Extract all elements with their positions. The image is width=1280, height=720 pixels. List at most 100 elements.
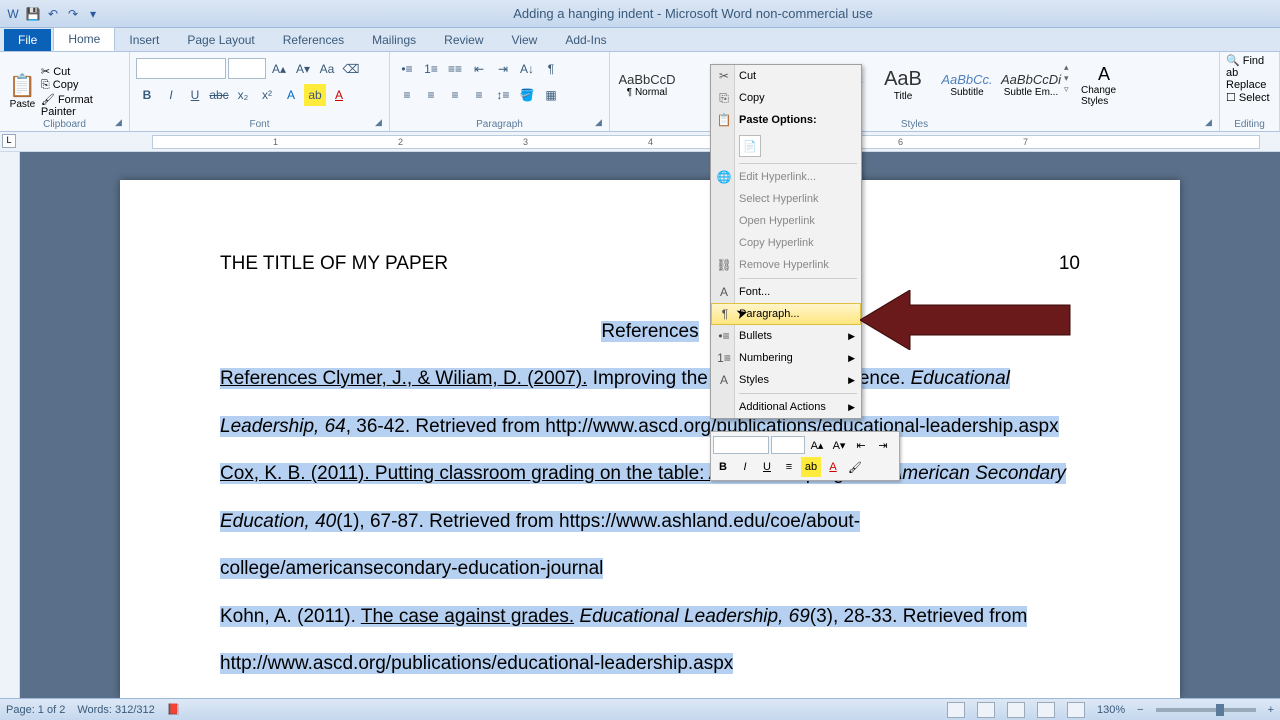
align-center-button[interactable]: ≡ xyxy=(420,84,442,106)
shrink-font-icon[interactable]: A▾ xyxy=(292,58,314,80)
status-page[interactable]: Page: 1 of 2 xyxy=(6,704,65,716)
format-painter-button[interactable]: 🖌 Format Painter xyxy=(41,93,123,118)
paragraph-launcher[interactable]: ◢ xyxy=(595,117,607,129)
cm-open-hyperlink[interactable]: Open Hyperlink xyxy=(711,210,861,232)
mini-highlight[interactable]: ab xyxy=(801,457,821,477)
superscript-button[interactable]: x² xyxy=(256,84,278,106)
tab-page-layout[interactable]: Page Layout xyxy=(173,29,268,51)
decrease-indent-button[interactable]: ⇤ xyxy=(468,58,490,80)
multilevel-button[interactable]: ≡≡ xyxy=(444,58,466,80)
mini-size-combo[interactable] xyxy=(771,436,805,454)
tab-mailings[interactable]: Mailings xyxy=(358,29,430,51)
bullets-button[interactable]: •≡ xyxy=(396,58,418,80)
save-icon[interactable]: 💾 xyxy=(24,5,42,23)
mini-italic[interactable]: I xyxy=(735,457,755,477)
cm-bullets[interactable]: •≡Bullets▶ xyxy=(711,325,861,347)
tab-file[interactable]: File xyxy=(4,29,51,51)
align-right-button[interactable]: ≡ xyxy=(444,84,466,106)
tab-references[interactable]: References xyxy=(269,29,358,51)
tab-view[interactable]: View xyxy=(498,29,552,51)
strike-button[interactable]: abc xyxy=(208,84,230,106)
tab-selector[interactable]: L xyxy=(2,134,16,148)
tab-home[interactable]: Home xyxy=(53,27,115,51)
italic-button[interactable]: I xyxy=(160,84,182,106)
qat-dropdown-icon[interactable]: ▾ xyxy=(84,5,102,23)
paste-button[interactable]: 📋 Paste xyxy=(6,62,39,122)
styles-gallery-more[interactable]: ▴▾▿ xyxy=(1064,56,1078,95)
undo-icon[interactable]: ↶ xyxy=(44,5,62,23)
copy-button[interactable]: ⎘ Copy xyxy=(41,79,123,92)
numbering-button[interactable]: 1≡ xyxy=(420,58,442,80)
view-full-screen[interactable] xyxy=(977,702,995,718)
change-styles-button[interactable]: AChange Styles xyxy=(1080,56,1128,114)
style-subtle-em[interactable]: AaBbCcDiSubtle Em... xyxy=(1000,56,1062,114)
align-left-button[interactable]: ≡ xyxy=(396,84,418,106)
style-title[interactable]: AaBTitle xyxy=(872,56,934,114)
font-color-button[interactable]: A xyxy=(328,84,350,106)
mini-font-combo[interactable] xyxy=(713,436,769,454)
style-normal[interactable]: AaBbCcD¶ Normal xyxy=(616,56,678,114)
view-web[interactable] xyxy=(1007,702,1025,718)
text-effects-icon[interactable]: A xyxy=(280,84,302,106)
cm-select-hyperlink[interactable]: Select Hyperlink xyxy=(711,188,861,210)
mini-shrink-icon[interactable]: A▾ xyxy=(829,435,849,455)
subscript-button[interactable]: x₂ xyxy=(232,84,254,106)
mini-bold[interactable]: B xyxy=(713,457,733,477)
mini-dec-indent[interactable]: ⇤ xyxy=(851,435,871,455)
status-words[interactable]: Words: 312/312 xyxy=(77,704,154,716)
font-name-combo[interactable] xyxy=(136,58,226,79)
cm-numbering[interactable]: 1≡Numbering▶ xyxy=(711,347,861,369)
line-spacing-button[interactable]: ↕≡ xyxy=(492,84,514,106)
find-button[interactable]: 🔍 Find xyxy=(1226,54,1264,67)
clipboard-launcher[interactable]: ◢ xyxy=(115,117,127,129)
change-case-icon[interactable]: Aa xyxy=(316,58,338,80)
underline-button[interactable]: U xyxy=(184,84,206,106)
sort-button[interactable]: A↓ xyxy=(516,58,538,80)
mini-font-color[interactable]: A xyxy=(823,457,843,477)
zoom-in-button[interactable]: + xyxy=(1268,704,1274,716)
view-outline[interactable] xyxy=(1037,702,1055,718)
cm-remove-hyperlink[interactable]: ⛓Remove Hyperlink xyxy=(711,254,861,276)
view-draft[interactable] xyxy=(1067,702,1085,718)
tab-review[interactable]: Review xyxy=(430,29,497,51)
mini-underline[interactable]: U xyxy=(757,457,777,477)
cm-edit-hyperlink[interactable]: 🌐Edit Hyperlink... xyxy=(711,166,861,188)
cm-additional-actions[interactable]: Additional Actions▶ xyxy=(711,396,861,418)
highlight-button[interactable]: ab xyxy=(304,84,326,106)
tab-addins[interactable]: Add-Ins xyxy=(551,29,620,51)
cut-button[interactable]: ✂ Cut xyxy=(41,65,123,78)
increase-indent-button[interactable]: ⇥ xyxy=(492,58,514,80)
zoom-out-button[interactable]: − xyxy=(1137,704,1143,716)
style-subtitle[interactable]: AaBbCc.Subtitle xyxy=(936,56,998,114)
cm-copy-hyperlink[interactable]: Copy Hyperlink xyxy=(711,232,861,254)
cm-copy[interactable]: ⎘Copy xyxy=(711,87,861,109)
cm-styles[interactable]: AStyles▶ xyxy=(711,369,861,391)
status-proofing-icon[interactable]: 📕 xyxy=(167,703,181,716)
show-marks-button[interactable]: ¶ xyxy=(540,58,562,80)
zoom-level[interactable]: 130% xyxy=(1097,704,1125,716)
mini-inc-indent[interactable]: ⇥ xyxy=(873,435,893,455)
tab-insert[interactable]: Insert xyxy=(115,29,173,51)
replace-button[interactable]: ab Replace xyxy=(1226,67,1273,91)
styles-launcher[interactable]: ◢ xyxy=(1205,117,1217,129)
document-page[interactable]: THE TITLE OF MY PAPER 10 References Refe… xyxy=(120,180,1180,698)
view-print-layout[interactable] xyxy=(947,702,965,718)
shading-button[interactable]: 🪣 xyxy=(516,84,538,106)
select-button[interactable]: ☐ Select xyxy=(1226,91,1270,104)
horizontal-ruler[interactable]: 1 2 3 4 5 6 7 xyxy=(152,135,1260,149)
redo-icon[interactable]: ↷ xyxy=(64,5,82,23)
justify-button[interactable]: ≡ xyxy=(468,84,490,106)
font-launcher[interactable]: ◢ xyxy=(375,117,387,129)
cm-font[interactable]: AFont... xyxy=(711,281,861,303)
clear-formatting-icon[interactable]: ⌫ xyxy=(340,58,362,80)
mini-format-painter[interactable]: 🖌 xyxy=(845,457,865,477)
font-size-combo[interactable] xyxy=(228,58,266,79)
bold-button[interactable]: B xyxy=(136,84,158,106)
grow-font-icon[interactable]: A▴ xyxy=(268,58,290,80)
borders-button[interactable]: ▦ xyxy=(540,84,562,106)
mini-grow-icon[interactable]: A▴ xyxy=(807,435,827,455)
zoom-slider[interactable] xyxy=(1156,708,1256,712)
cm-cut[interactable]: ✂Cut xyxy=(711,65,861,87)
vertical-ruler[interactable] xyxy=(0,152,20,698)
mini-center[interactable]: ≡ xyxy=(779,457,799,477)
